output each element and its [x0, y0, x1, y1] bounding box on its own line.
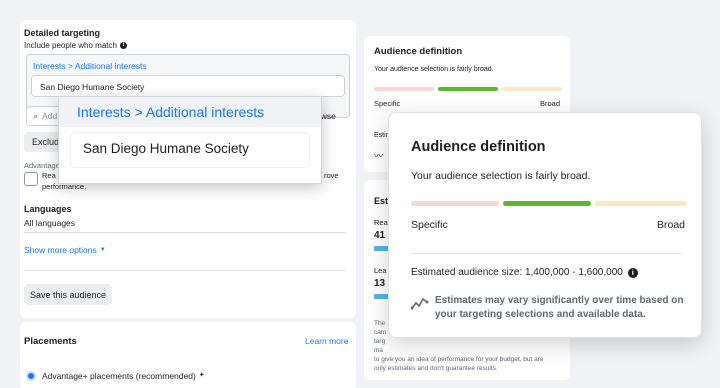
- disclaimer-line-1: The: [374, 320, 386, 327]
- meter-specific-label: Specific: [374, 99, 401, 108]
- leads-partial: Lea: [374, 266, 387, 275]
- popup-audience-title: Audience definition: [411, 139, 546, 155]
- disclaimer-line-3: targ: [374, 338, 386, 345]
- audience-title: Audience definition: [374, 46, 463, 57]
- reach-value-partial: 41: [374, 230, 386, 241]
- include-label-text: Include people who match: [24, 41, 117, 50]
- checkbox-text-2: rove: [324, 171, 339, 180]
- popup-meter-broad-segment: [595, 201, 687, 206]
- disclaimer-line-6: only estimates and don't guarantee resul…: [374, 365, 498, 372]
- advantage-checkbox[interactable]: [24, 172, 38, 186]
- divider: [24, 232, 346, 233]
- reach-partial: Rea: [374, 218, 388, 227]
- languages-title: Languages: [24, 204, 72, 214]
- audience-meter: [374, 87, 562, 91]
- caret-down-icon: ▼: [99, 247, 106, 253]
- audience-definition-zoom-popup: Audience definition Your audience select…: [388, 112, 702, 338]
- trend-icon: [410, 295, 429, 311]
- search-placeholder: Add: [42, 111, 58, 121]
- popup-breadcrumb[interactable]: Interests > Additional interests: [77, 104, 264, 120]
- advantage-placements-label: Advantage+ placements (recommended): [42, 371, 196, 381]
- interest-zoom-popup: Interests > Additional interests San Die…: [58, 96, 322, 184]
- checkbox-text-1: Rea: [42, 171, 56, 180]
- advantage-placements-radio[interactable]: [26, 371, 36, 381]
- popup-meter-mid-segment: [503, 201, 591, 206]
- audience-subtitle: Your audience selection is fairly broad.: [374, 66, 494, 73]
- advantage-label: Advantage: [24, 161, 60, 170]
- leads-value-partial: 13: [374, 278, 386, 289]
- languages-value[interactable]: All languages: [24, 218, 75, 228]
- include-label: Include people who match i: [24, 41, 127, 50]
- popup-divider: [411, 253, 683, 254]
- advantage-placements-option[interactable]: Advantage+ placements (recommended) ✦: [42, 371, 205, 381]
- save-audience-button[interactable]: Save this audience: [24, 284, 112, 305]
- trend-icon: 〰: [374, 151, 384, 161]
- disclaimer-line-2: cam: [374, 329, 387, 336]
- learn-more-link[interactable]: Learn more: [305, 336, 348, 346]
- popup-meter-specific-segment: [411, 201, 499, 206]
- popup-estimated-size: Estimated audience size: 1,400,000 - 1,6…: [411, 267, 638, 278]
- search-input[interactable]: ⌕ Add: [26, 106, 62, 126]
- info-icon[interactable]: i: [627, 267, 638, 278]
- disclaimer-line-5: to give you an idea of performance for y…: [374, 356, 544, 363]
- meter-specific-segment: [374, 87, 434, 91]
- leads-bar: [374, 294, 388, 299]
- disclaimer-line-4: ma: [374, 347, 384, 354]
- popup-meter-specific-label: Specific: [411, 219, 448, 231]
- popup-estimated-size-text: Estimated audience size: 1,400,000 - 1,6…: [411, 267, 623, 278]
- show-more-label: Show more options: [24, 245, 97, 255]
- sparkle-icon: ✦: [198, 372, 205, 379]
- show-more-options[interactable]: Show more options ▼: [24, 245, 106, 255]
- divider: [24, 270, 346, 271]
- meter-mid-segment: [438, 87, 498, 91]
- detailed-targeting-title: Detailed targeting: [24, 28, 101, 38]
- popup-meter-broad-label: Broad: [657, 219, 686, 231]
- popup-estimates-note: Estimates may vary significantly over ti…: [435, 295, 684, 320]
- placements-panel: Placements Learn more Advantage+ placeme…: [20, 322, 356, 388]
- meter-broad-label: Broad: [540, 99, 561, 108]
- breadcrumb[interactable]: Interests > Additional interests: [33, 61, 147, 71]
- popup-audience-meter: [411, 201, 687, 206]
- meter-broad-segment: [502, 87, 562, 91]
- info-icon[interactable]: i: [119, 42, 127, 49]
- popup-audience-subtitle: Your audience selection is fairly broad.: [411, 170, 591, 182]
- placements-title: Placements: [24, 336, 77, 347]
- selected-interest[interactable]: San Diego Humane Society: [31, 75, 345, 97]
- popup-selected-interest: San Diego Humane Society: [83, 141, 249, 156]
- reach-bar: [374, 246, 388, 251]
- search-icon: ⌕: [33, 110, 39, 121]
- estimates-title-partial: Est: [374, 196, 389, 206]
